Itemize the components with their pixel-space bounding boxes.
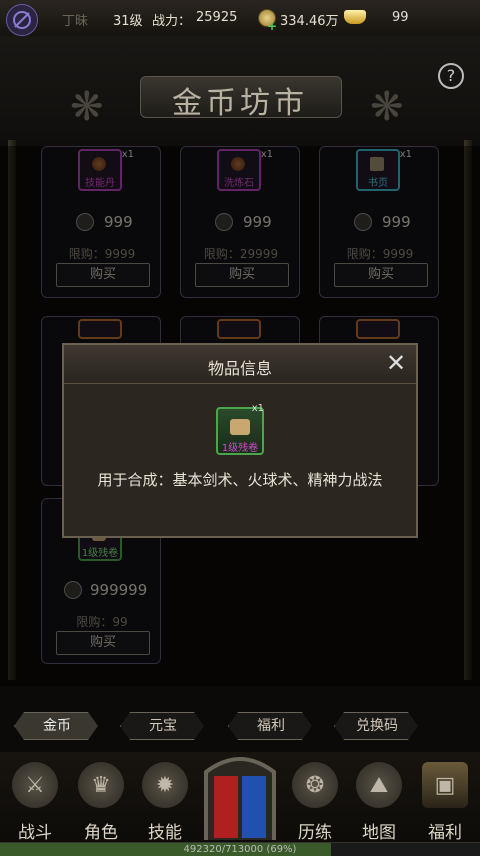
shop-tabs: 金币 元宝 福利 兑换码: [0, 708, 480, 744]
player-level: 31级: [113, 14, 143, 29]
player-name: 丁昧: [62, 14, 89, 29]
crossed-swords-icon: ⚔: [12, 762, 58, 808]
item-icon: x1 1级残卷: [216, 403, 264, 455]
ingot-icon: [344, 10, 366, 24]
helmet-icon: ♛: [78, 762, 124, 808]
item-qty: x1: [251, 403, 264, 414]
tab-welfare[interactable]: 福利: [228, 712, 312, 740]
treasure-chest-icon: ▣: [422, 762, 468, 808]
portal-gate-icon[interactable]: [200, 752, 280, 842]
nav-training[interactable]: ❂ 历练: [286, 762, 344, 848]
nav-label: 历练: [298, 823, 332, 843]
tab-redeem-code[interactable]: 兑换码: [334, 712, 418, 740]
nav-label: 战斗: [18, 823, 52, 843]
tab-gold[interactable]: 金币: [14, 712, 98, 740]
experience-text: 492320/713000 (69%): [183, 844, 297, 855]
question-icon[interactable]: ?: [438, 63, 464, 89]
skill-flame-icon: ✹: [142, 762, 188, 808]
avatar[interactable]: [6, 4, 38, 36]
nav-label: 角色: [84, 823, 118, 843]
add-coins-icon[interactable]: +: [267, 19, 277, 33]
dialog-title: 物品信息: [207, 359, 272, 378]
top-status-bar: 丁昧 31级 战力： 25925 + 334.46万 99: [0, 0, 480, 37]
close-icon[interactable]: ✕: [386, 351, 406, 375]
bottom-navigation: ⚔ 战斗 ♛ 角色 ✹ 技能 ❂ 历练 ⛰ 地图 ▣ 福利: [0, 752, 480, 855]
nav-character[interactable]: ♛ 角色: [72, 762, 130, 848]
map-icon: ⛰: [356, 762, 402, 808]
page-title: 金币坊市: [172, 86, 308, 121]
item-info-dialog: 物品信息 ✕ x1 1级残卷 用于合成：基本剑术、火球术、精神力战法: [62, 343, 418, 538]
scroll-icon: [230, 419, 250, 435]
nav-label: 技能: [148, 823, 182, 843]
coin-balance: 334.46万: [280, 14, 339, 29]
nav-label: 地图: [362, 823, 396, 843]
tab-ingot[interactable]: 元宝: [120, 712, 204, 740]
power-value: 25925: [196, 10, 238, 25]
item-name: 1级残卷: [221, 443, 259, 454]
power-label: 战力：: [152, 14, 192, 29]
nav-skill[interactable]: ✹ 技能: [136, 762, 194, 848]
nav-welfare[interactable]: ▣ 福利: [416, 762, 474, 848]
ingot-balance: 99: [392, 10, 409, 25]
vortex-icon: ❂: [292, 762, 338, 808]
nav-battle[interactable]: ⚔ 战斗: [6, 762, 64, 848]
nav-map[interactable]: ⛰ 地图: [350, 762, 408, 848]
dialog-header: 物品信息 ✕: [64, 345, 416, 384]
nav-label: 福利: [428, 823, 462, 843]
portal-icon: [13, 11, 31, 29]
item-description: 用于合成：基本剑术、火球术、精神力战法: [97, 471, 383, 489]
experience-bar: 492320/713000 (69%): [0, 842, 480, 856]
